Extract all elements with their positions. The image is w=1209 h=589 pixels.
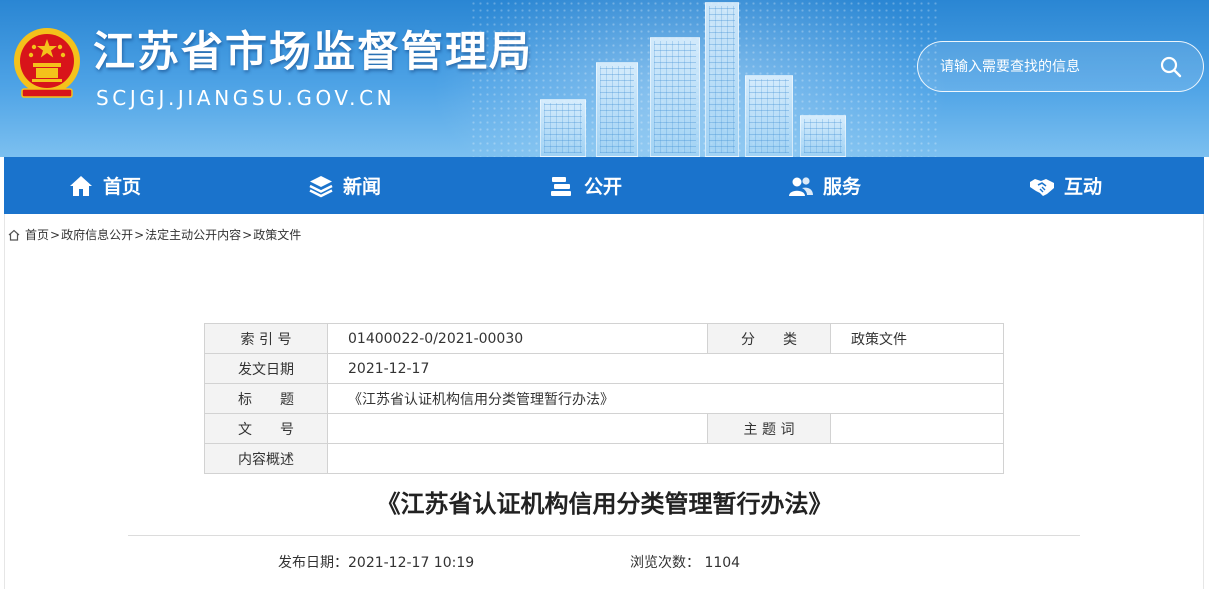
nav-label: 互动 bbox=[1064, 176, 1103, 198]
index-value: 01400022-0/2021-00030 bbox=[327, 323, 708, 354]
layers-icon bbox=[309, 175, 333, 197]
nav-label: 服务 bbox=[823, 176, 862, 198]
summary-label: 内容概述 bbox=[204, 443, 328, 474]
building-decoration bbox=[596, 62, 638, 157]
nav-item-interact[interactable]: 互动 bbox=[1029, 157, 1102, 214]
search-input[interactable] bbox=[940, 56, 1150, 78]
divider bbox=[128, 535, 1080, 536]
table-row: 发文日期 2021-12-17 bbox=[204, 353, 1004, 384]
nav-label: 首页 bbox=[103, 176, 142, 198]
keywords-value bbox=[830, 413, 1004, 444]
breadcrumb-link-home[interactable]: 首页 bbox=[25, 226, 49, 243]
nav-item-home[interactable]: 首页 bbox=[68, 157, 141, 214]
nav-item-news[interactable]: 新闻 bbox=[308, 157, 381, 214]
table-row: 索 引 号 01400022-0/2021-00030 分 类 政策文件 bbox=[204, 323, 1004, 354]
nav-item-service[interactable]: 服务 bbox=[788, 157, 861, 214]
breadcrumb-separator: > bbox=[242, 227, 253, 242]
breadcrumb-link-policy[interactable]: 政策文件 bbox=[253, 226, 301, 243]
view-count: 浏览次数： 1104 bbox=[630, 552, 740, 572]
users-icon bbox=[789, 176, 813, 196]
breadcrumb-link-gov-info[interactable]: 政府信息公开 bbox=[61, 226, 133, 243]
site-title[interactable]: 江苏省市场监督管理局 bbox=[93, 18, 533, 79]
national-emblem-icon bbox=[14, 28, 80, 98]
date-label: 发文日期 bbox=[204, 353, 328, 384]
keywords-label: 主 题 词 bbox=[707, 413, 831, 444]
site-domain: SCJGJ.JIANGSU.GOV.CN bbox=[96, 86, 396, 110]
site-header: 江苏省市场监督管理局 SCJGJ.JIANGSU.GOV.CN bbox=[0, 0, 1209, 157]
building-decoration bbox=[745, 75, 793, 157]
table-row: 标 题 《江苏省认证机构信用分类管理暂行办法》 bbox=[204, 383, 1004, 414]
category-label: 分 类 bbox=[707, 323, 831, 354]
view-count-label: 浏览次数： bbox=[630, 555, 700, 571]
breadcrumb-separator: > bbox=[134, 227, 145, 242]
books-icon bbox=[551, 176, 571, 196]
building-decoration bbox=[540, 99, 586, 157]
docno-label: 文 号 bbox=[204, 413, 328, 444]
summary-value bbox=[327, 443, 1004, 474]
title-label: 标 题 bbox=[204, 383, 328, 414]
building-decoration bbox=[650, 37, 700, 157]
docno-value bbox=[327, 413, 708, 444]
view-count-value: 1104 bbox=[704, 555, 741, 571]
table-row: 内容概述 bbox=[204, 443, 1004, 474]
date-value: 2021-12-17 bbox=[327, 353, 1004, 384]
search-icon[interactable] bbox=[1159, 55, 1183, 79]
breadcrumb: 首页 > 政府信息公开 > 法定主动公开内容 > 政策文件 bbox=[8, 226, 301, 243]
title-value: 《江苏省认证机构信用分类管理暂行办法》 bbox=[327, 383, 1004, 414]
breadcrumb-link-public-content[interactable]: 法定主动公开内容 bbox=[145, 226, 241, 243]
home-icon bbox=[70, 175, 92, 196]
handshake-icon bbox=[1030, 178, 1054, 196]
table-row: 文 号 主 题 词 bbox=[204, 413, 1004, 444]
document-meta-table: 索 引 号 01400022-0/2021-00030 分 类 政策文件 发文日… bbox=[204, 323, 1004, 474]
nav-item-public[interactable]: 公开 bbox=[549, 157, 622, 214]
search-box[interactable] bbox=[917, 41, 1204, 92]
building-decoration bbox=[800, 115, 846, 157]
nav-label: 新闻 bbox=[343, 176, 382, 198]
breadcrumb-separator: > bbox=[50, 227, 61, 242]
building-decoration bbox=[705, 2, 739, 157]
index-label: 索 引 号 bbox=[204, 323, 328, 354]
publish-date: 发布日期：2021-12-17 10:19 bbox=[278, 555, 475, 571]
article-title: 《江苏省认证机构信用分类管理暂行办法》 bbox=[376, 490, 833, 518]
category-value: 政策文件 bbox=[830, 323, 1004, 354]
nav-label: 公开 bbox=[584, 176, 623, 198]
home-icon bbox=[8, 229, 20, 241]
main-nav: 首页 新闻 公开 服务 互动 bbox=[4, 157, 1204, 214]
